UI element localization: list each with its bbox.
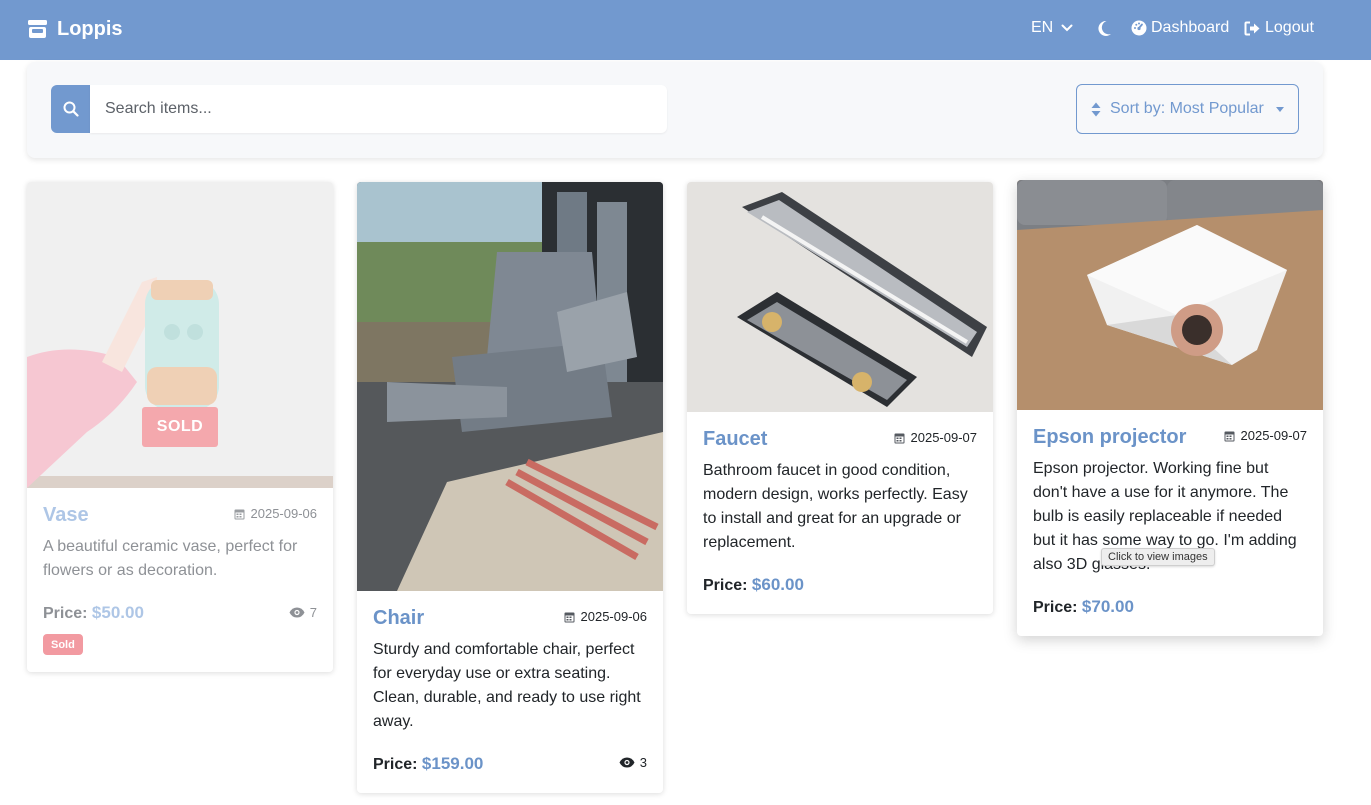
logout-link[interactable]: Logout bbox=[1244, 16, 1314, 40]
price-label: Price: bbox=[1033, 599, 1078, 616]
eye-icon bbox=[619, 757, 635, 768]
brand-name: Loppis bbox=[57, 17, 123, 40]
sold-overlay: SOLD bbox=[142, 407, 218, 447]
item-title[interactable]: Chair bbox=[373, 607, 424, 630]
price-label: Price: bbox=[373, 756, 418, 773]
sort-icon bbox=[1091, 102, 1101, 116]
search-button[interactable] bbox=[51, 85, 90, 133]
language-selector[interactable]: EN bbox=[1031, 16, 1073, 40]
moon-icon bbox=[1098, 20, 1111, 36]
item-card-vase[interactable]: SOLD Vase 2025-09-06 A beautiful ceramic… bbox=[27, 182, 333, 672]
view-count-text: 3 bbox=[639, 755, 647, 770]
search-panel: Sort by: Most Popular bbox=[27, 62, 1323, 158]
calendar-icon bbox=[1224, 431, 1234, 441]
dashboard-link[interactable]: Dashboard bbox=[1131, 16, 1229, 40]
search-input[interactable] bbox=[90, 85, 667, 133]
item-title[interactable]: Vase bbox=[43, 504, 89, 527]
price-value: $50.00 bbox=[91, 603, 144, 622]
item-image[interactable] bbox=[1017, 180, 1323, 410]
item-card-chair[interactable]: Chair 2025-09-06 Sturdy and comfortable … bbox=[357, 182, 663, 793]
item-price: Price: $60.00 bbox=[703, 575, 804, 595]
calendar-icon bbox=[564, 612, 574, 622]
item-image[interactable]: SOLD bbox=[27, 182, 333, 488]
search-group bbox=[51, 85, 667, 133]
item-date-text: 2025-09-06 bbox=[580, 609, 648, 624]
item-date: 2025-09-06 bbox=[564, 609, 648, 624]
price-label: Price: bbox=[43, 605, 88, 622]
navbar: Loppis EN Dashboard Logout bbox=[0, 0, 1371, 60]
chevron-down-icon bbox=[1061, 24, 1073, 32]
language-label: EN bbox=[1031, 19, 1054, 36]
view-count: 3 bbox=[619, 755, 647, 770]
gauge-icon bbox=[1131, 20, 1147, 36]
item-date-text: 2025-09-06 bbox=[250, 506, 318, 521]
faucet-photo bbox=[687, 182, 993, 412]
chair-photo bbox=[357, 182, 663, 591]
search-icon bbox=[63, 101, 79, 117]
price-value: $70.00 bbox=[1081, 597, 1134, 616]
item-date: 2025-09-06 bbox=[234, 506, 318, 521]
store-icon bbox=[28, 20, 47, 38]
brand-link[interactable]: Loppis bbox=[27, 15, 123, 43]
price-label: Price: bbox=[703, 577, 748, 594]
item-description: Sturdy and comfortable chair, perfect fo… bbox=[373, 641, 641, 730]
item-price: Price: $159.00 bbox=[373, 754, 483, 774]
item-date: 2025-09-07 bbox=[1224, 428, 1308, 443]
calendar-icon bbox=[234, 509, 244, 519]
theme-toggle[interactable] bbox=[1097, 16, 1112, 40]
logout-icon bbox=[1244, 21, 1260, 35]
item-image[interactable] bbox=[687, 182, 993, 412]
logout-label: Logout bbox=[1265, 19, 1314, 36]
caret-down-icon bbox=[1275, 106, 1284, 112]
view-images-tooltip: Click to view images bbox=[1101, 548, 1215, 566]
sort-dropdown[interactable]: Sort by: Most Popular bbox=[1076, 84, 1299, 134]
item-description: Bathroom faucet in good condition, moder… bbox=[703, 462, 968, 551]
price-value: $159.00 bbox=[421, 754, 484, 773]
sold-badge: Sold bbox=[43, 634, 83, 655]
view-count: 7 bbox=[289, 605, 317, 620]
item-date-text: 2025-09-07 bbox=[910, 430, 978, 445]
item-title[interactable]: Faucet bbox=[703, 428, 767, 451]
item-card-epson-projector[interactable]: Epson projector 2025-09-07 Epson project… bbox=[1017, 180, 1323, 636]
item-image[interactable] bbox=[357, 182, 663, 591]
projector-photo bbox=[1017, 180, 1323, 410]
item-card-faucet[interactable]: Faucet 2025-09-07 Bathroom faucet in goo… bbox=[687, 182, 993, 614]
item-price: Price: $70.00 bbox=[1033, 597, 1134, 617]
eye-icon bbox=[289, 607, 305, 618]
item-date-text: 2025-09-07 bbox=[1240, 428, 1308, 443]
item-description: A beautiful ceramic vase, perfect for fl… bbox=[43, 538, 298, 579]
sort-label: Sort by: Most Popular bbox=[1110, 100, 1264, 117]
dashboard-label: Dashboard bbox=[1151, 19, 1230, 36]
item-title[interactable]: Epson projector bbox=[1033, 426, 1186, 449]
calendar-icon bbox=[894, 433, 904, 443]
item-price: Price: $50.00 bbox=[43, 603, 144, 623]
view-count-text: 7 bbox=[309, 605, 317, 620]
price-value: $60.00 bbox=[751, 575, 804, 594]
item-date: 2025-09-07 bbox=[894, 430, 978, 445]
